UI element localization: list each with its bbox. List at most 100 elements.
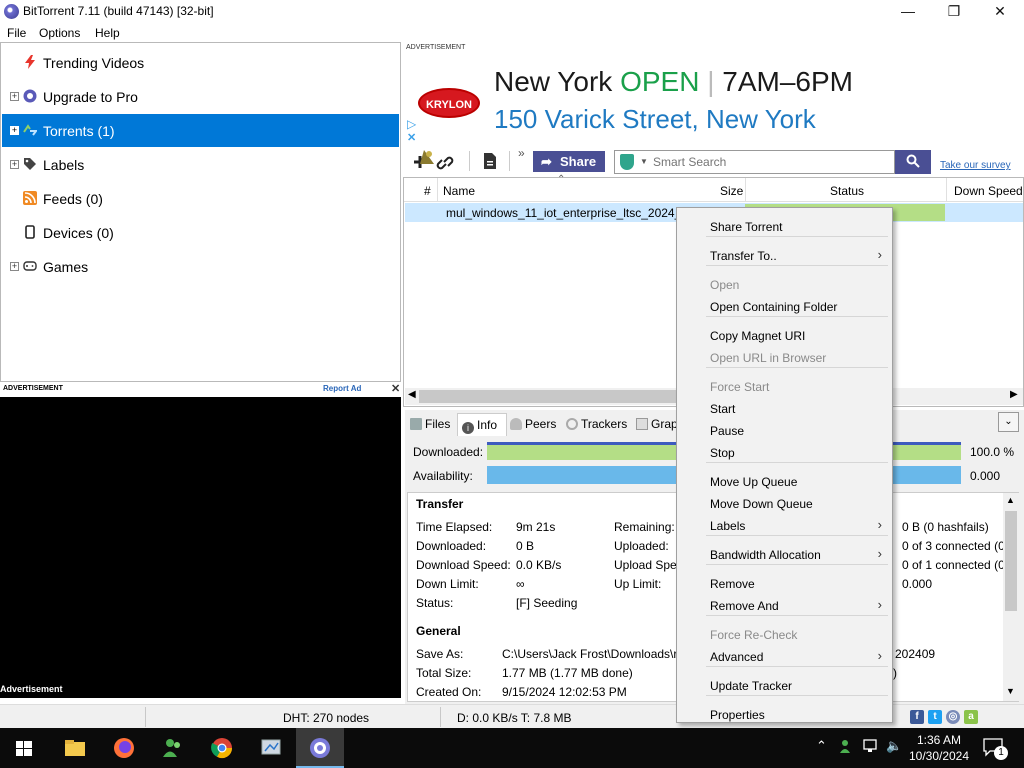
time-elapsed-value: 9m 21s [516, 520, 556, 534]
survey-link[interactable]: Take our survey [940, 160, 1011, 171]
android-icon[interactable]: a [964, 710, 978, 724]
sidebar-item-torrents[interactable]: + Torrents (1) [2, 114, 399, 147]
windows-start-icon[interactable] [10, 734, 38, 762]
menu-item-copy-magnet-uri[interactable]: Copy Magnet URI [677, 325, 892, 347]
menu-separator [706, 695, 888, 696]
tray-overflow-icon[interactable]: ⌃ [816, 738, 827, 754]
sidebar-item-games[interactable]: + Games [2, 250, 399, 283]
adchoices-icon[interactable]: ▷ [407, 117, 416, 131]
scrollbar-thumb[interactable] [419, 390, 681, 403]
sidebar-item-devices[interactable]: Devices (0) [2, 216, 399, 249]
maximize-button[interactable]: ❐ [931, 0, 977, 23]
bittorrent-taskbar-button[interactable] [296, 728, 344, 768]
tab-info[interactable]: i Info [457, 413, 507, 436]
submenu-arrow-icon: › [877, 546, 882, 561]
menu-item-bandwidth-allocation[interactable]: Bandwidth Allocation › [677, 544, 892, 566]
left-ad-panel[interactable]: Advertisement [0, 397, 401, 698]
file-explorer-icon[interactable] [61, 734, 89, 762]
sidebar-item-trending-videos[interactable]: Trending Videos [2, 46, 399, 79]
control-panel-icon[interactable] [257, 734, 285, 762]
dht-status[interactable]: DHT: 270 nodes [283, 711, 369, 725]
close-button[interactable]: ✕ [977, 0, 1023, 23]
facebook-icon[interactable]: f [910, 710, 924, 724]
smart-search-box[interactable]: ▼ [614, 150, 895, 174]
transfer-status[interactable]: D: 0.0 KB/s T: 7.8 MB [457, 711, 572, 725]
menu-item-stop[interactable]: Stop [677, 442, 892, 464]
create-torrent-icon[interactable] [482, 152, 498, 170]
menu-item-move-up-queue[interactable]: Move Up Queue [677, 471, 892, 493]
menu-item-label: Open URL in Browser [710, 351, 827, 365]
down-limit-value: ∞ [516, 577, 525, 591]
minimize-button[interactable]: — [885, 0, 931, 23]
scrollbar-thumb[interactable] [1005, 511, 1017, 611]
report-ad-link[interactable]: Report Ad [323, 384, 361, 393]
column-header-status[interactable]: Status [830, 184, 864, 198]
taskbar-clock[interactable]: 1:36 AM 10/30/2024 [906, 732, 972, 764]
expand-icon[interactable]: + [10, 160, 19, 169]
search-icon [906, 154, 920, 168]
add-torrent-icon[interactable] [412, 146, 460, 174]
status-label: Status: [416, 596, 454, 610]
firefox-icon[interactable] [110, 734, 138, 762]
menu-item-start[interactable]: Start [677, 398, 892, 420]
download-speed-label: Download Speed: [416, 558, 511, 572]
tab-files[interactable]: Files [410, 413, 450, 436]
share-button[interactable]: ➦ Share [533, 151, 605, 172]
sidebar-item-upgrade-to-pro[interactable]: + Upgrade to Pro [2, 80, 399, 113]
scroll-right-icon[interactable]: ▶ [1010, 389, 1018, 400]
tab-peers[interactable]: Peers [510, 413, 556, 436]
menu-item-properties[interactable]: Properties [677, 704, 892, 726]
scroll-down-icon[interactable]: ▼ [1006, 686, 1015, 696]
save-as-value: C:\Users\Jack Frost\Downloads\r [502, 647, 678, 661]
close-ad-icon[interactable]: ✕ [391, 382, 400, 395]
save-as-label: Save As: [416, 647, 464, 661]
menu-item-pause[interactable]: Pause [677, 420, 892, 442]
volume-icon[interactable]: 🔈 [886, 738, 902, 754]
twitter-icon[interactable]: t [928, 710, 942, 724]
menu-item-label: Transfer To.. [710, 249, 777, 263]
menu-item-label: Open [710, 278, 740, 292]
people-tray-icon[interactable] [839, 738, 855, 754]
menu-help[interactable]: Help [95, 26, 120, 40]
share-ratio-value: 0.000 [902, 577, 933, 591]
general-right-value-2: ) [893, 666, 897, 680]
vertical-scrollbar[interactable]: ▲ ▼ [1003, 493, 1019, 701]
menu-item-move-down-queue[interactable]: Move Down Queue [677, 493, 892, 515]
expand-icon[interactable]: + [10, 92, 19, 101]
menu-item-transfer-to[interactable]: Transfer To.. › [677, 245, 892, 267]
web-globe-icon[interactable]: ◎ [946, 710, 960, 724]
column-header-down-speed[interactable]: Down Speed [954, 184, 1023, 198]
scroll-up-icon[interactable]: ▲ [1006, 495, 1015, 505]
expand-panel-button[interactable]: ⌄ [998, 412, 1019, 432]
column-header-number[interactable]: # [424, 184, 431, 198]
ad-close-icon[interactable]: ✕ [407, 131, 416, 144]
menu-file[interactable]: File [7, 26, 26, 40]
people-icon[interactable] [159, 734, 187, 762]
search-input[interactable] [653, 154, 883, 170]
menu-item-label: Update Tracker [710, 679, 793, 693]
column-header-name[interactable]: Name [443, 184, 475, 198]
device-icon [25, 225, 35, 239]
menu-item-advanced[interactable]: Advanced › [677, 646, 892, 668]
tab-graphs[interactable]: Grap [636, 413, 678, 436]
expand-icon[interactable]: + [10, 262, 19, 271]
scroll-left-icon[interactable]: ◀ [408, 389, 416, 400]
search-button[interactable] [895, 150, 931, 174]
column-header-size[interactable]: Size [720, 184, 743, 198]
chevron-down-icon[interactable]: ▼ [640, 157, 648, 166]
chrome-icon[interactable] [208, 734, 236, 762]
menu-item-open-containing-folder[interactable]: Open Containing Folder [677, 296, 892, 318]
toolbar-more-button[interactable]: » [518, 146, 525, 160]
menu-options[interactable]: Options [39, 26, 80, 40]
sidebar-item-feeds[interactable]: Feeds (0) [2, 182, 399, 215]
expand-icon[interactable]: + [10, 126, 19, 135]
menu-item-remove-and[interactable]: Remove And › [677, 595, 892, 617]
tab-trackers[interactable]: Trackers [566, 413, 627, 436]
share-arrow-icon: ➦ [541, 154, 552, 169]
menu-item-labels[interactable]: Labels › [677, 515, 892, 537]
network-icon[interactable] [862, 738, 880, 754]
menu-item-share-torrent[interactable]: Share Torrent [677, 216, 892, 238]
menu-item-remove[interactable]: Remove [677, 573, 892, 595]
menu-item-update-tracker[interactable]: Update Tracker [677, 675, 892, 697]
sidebar-item-labels[interactable]: + Labels [2, 148, 399, 181]
